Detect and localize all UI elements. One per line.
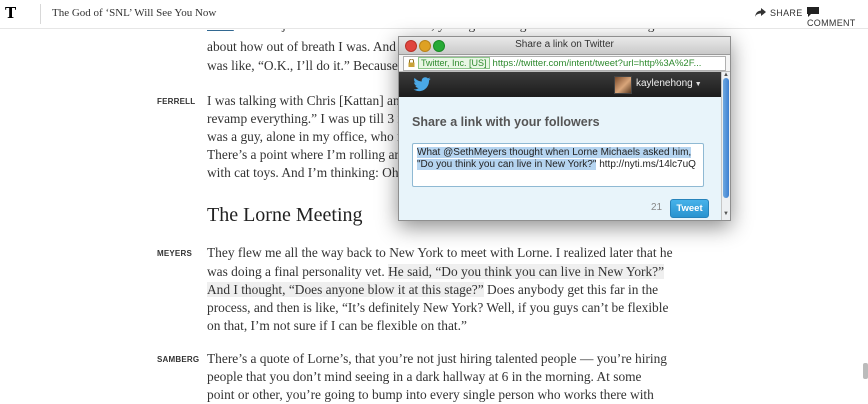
section-heading: The Lorne Meeting xyxy=(207,204,363,226)
chevron-down-icon: ▼ xyxy=(694,81,702,88)
window-titlebar[interactable]: Share a link on Twitter xyxy=(399,37,730,55)
share-form: Share a link with your followers What @S… xyxy=(399,97,721,220)
meyers-line-4: process, and then is like, “It’s definit… xyxy=(207,300,669,315)
ferrell-line-3: was a guy, alone in my office, who in xyxy=(207,129,408,144)
nyt-logo[interactable]: T xyxy=(5,5,20,22)
samberg-line-3: point or other, you’re going to bump int… xyxy=(207,387,654,402)
meyers-line-5: on that, I’m not sure if I can be flexib… xyxy=(207,318,467,333)
certificate-badge[interactable]: Twitter, Inc. [US] xyxy=(418,57,490,69)
share-heading: Share a link with your followers xyxy=(412,115,600,129)
popup-scrollbar[interactable]: ▲ ▼ xyxy=(721,72,730,220)
article-line-2: about how out of breath I was. And s xyxy=(207,39,405,54)
twitter-share-window: Share a link on Twitter Twitter, Inc. [U… xyxy=(398,36,731,221)
share-label: SHARE xyxy=(770,8,803,18)
selected-text: "Do you think you can live in New York?" xyxy=(417,159,597,170)
speaker-meyers: MEYERS xyxy=(157,249,192,258)
window-title: Share a link on Twitter xyxy=(515,39,614,50)
meyers-line-1: They flew me all the way back to New Yor… xyxy=(207,245,673,260)
meyers-text: Does anybody get this far in the xyxy=(483,282,659,297)
ferrell-line-5: with cat toys. And I’m thinking: Oh, i xyxy=(207,165,409,180)
url-text: https://twitter.com/intent/tweet?url=htt… xyxy=(492,58,702,69)
highlighted-quote[interactable]: And I thought, “Does anyone blow it at t… xyxy=(207,282,484,297)
tweet-textarea[interactable]: What @SethMeyers thought when Lorne Mich… xyxy=(412,143,704,187)
ferrell-line-1: I was talking with Chris [Kattan] and xyxy=(207,93,407,108)
samberg-line-1: There’s a quote of Lorne’s, that you’re … xyxy=(207,351,667,366)
topbar-divider xyxy=(40,4,41,24)
meyers-line-2: was doing a final personality vet. He sa… xyxy=(207,264,665,280)
article-headline: The God of ‘SNL’ Will See You Now xyxy=(52,7,217,19)
speaker-ferrell: FERRELL xyxy=(157,97,196,106)
character-counter: 21 xyxy=(651,202,663,213)
ferrell-line-4: There’s a point where I’m rolling aro xyxy=(207,147,406,162)
top-bar: T The God of ‘SNL’ Will See You Now SHAR… xyxy=(0,0,868,29)
lock-icon xyxy=(408,59,415,67)
meyers-line-3: And I thought, “Does anyone blow it at t… xyxy=(207,282,658,298)
samberg-line-2: people that you don’t mind seeing in a d… xyxy=(207,369,642,384)
username: kaylenehong xyxy=(636,78,693,89)
comment-bubble-icon xyxy=(807,7,819,17)
article-line-3: was like, “O.K., I’ll do it.” Because w xyxy=(207,58,411,73)
selected-text: What @SethMeyers thought when Lorne Mich… xyxy=(417,147,692,158)
page-scrollbar[interactable] xyxy=(863,363,868,379)
address-field[interactable]: Twitter, Inc. [US] https://twitter.com/in… xyxy=(403,56,726,71)
account-menu[interactable]: kaylenehong ▼ xyxy=(636,78,702,89)
share-button[interactable]: SHARE xyxy=(754,7,803,18)
url-bar: Twitter, Inc. [US] https://twitter.com/in… xyxy=(399,55,730,72)
scroll-down-icon[interactable]: ▼ xyxy=(723,211,729,217)
comment-label: COMMENT xyxy=(807,18,856,28)
highlighted-quote[interactable]: He said, “Do you think you can live in N… xyxy=(388,264,665,279)
avatar[interactable] xyxy=(614,76,632,94)
comment-button[interactable]: COMMENT xyxy=(807,7,868,28)
ferrell-line-2: revamp everything.” I was up till 3 i xyxy=(207,111,402,126)
twitter-bird-icon[interactable] xyxy=(413,77,431,92)
tweet-link-text: http://nyti.ms/14lc7uQ xyxy=(596,159,696,170)
tweet-button[interactable]: Tweet xyxy=(670,199,709,218)
speaker-samberg: SAMBERG xyxy=(157,355,200,364)
twitter-header: kaylenehong ▼ xyxy=(399,72,730,97)
share-arrow-icon xyxy=(755,8,766,17)
meyers-text: was doing a final personality vet. xyxy=(207,264,389,279)
scroll-thumb[interactable] xyxy=(723,78,729,198)
